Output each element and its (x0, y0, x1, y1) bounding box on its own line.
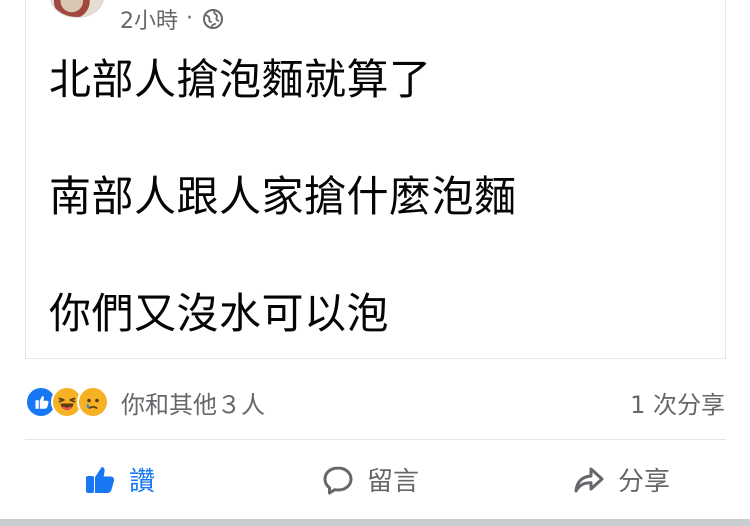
comment-label: 留言 (367, 467, 420, 497)
sad-reaction-icon (77, 386, 109, 418)
facebook-post-screen: 2小時 · 北部人搶泡麵就算了 南部人跟人家搶什麼泡麵 你們又沒水可以泡 你和其… (0, 0, 750, 526)
like-button[interactable]: 讚 (83, 440, 155, 519)
post-actions: 讚 留言 分享 (25, 440, 726, 519)
post-line-2: 南部人跟人家搶什麼泡麵 (49, 172, 517, 221)
post-line-3: 你們又沒水可以泡 (49, 289, 390, 338)
meta-separator: · (186, 6, 193, 31)
share-count[interactable]: 1 次分享 (630, 382, 725, 422)
bottom-divider-strip (0, 519, 750, 526)
reaction-count-text[interactable]: 你和其他３人 (121, 385, 265, 420)
comment-bubble-icon (323, 466, 353, 494)
share-button[interactable]: 分享 (572, 440, 670, 519)
post-meta: 2小時 · (120, 4, 225, 34)
like-label: 讚 (129, 467, 156, 497)
thumbs-up-icon (86, 466, 115, 493)
post-line-1: 北部人搶泡麵就算了 (49, 55, 432, 104)
globe-icon[interactable] (201, 7, 225, 31)
share-label: 分享 (618, 467, 671, 497)
reaction-summary[interactable]: 你和其他３人 (25, 382, 265, 422)
comment-button[interactable]: 留言 (321, 440, 419, 519)
share-arrow-icon (574, 467, 604, 492)
post-time[interactable]: 2小時 (120, 3, 178, 35)
